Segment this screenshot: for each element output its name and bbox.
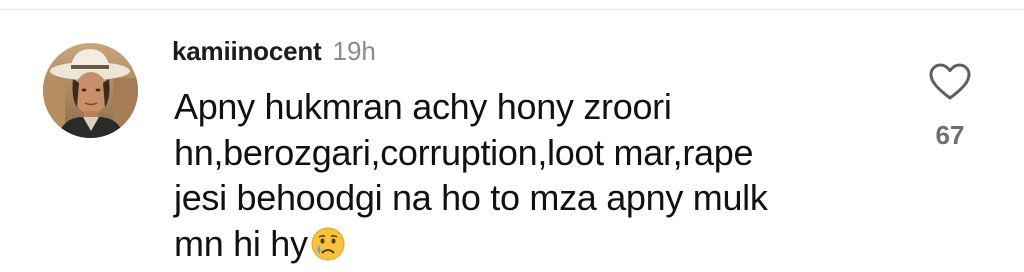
comment-text-line: mn hi hy <box>174 221 874 272</box>
timestamp: 19h <box>333 36 376 67</box>
comment-text-line: jesi behoodgi na ho to mza apny mulk <box>174 175 874 221</box>
crying-face-emoji <box>310 226 346 272</box>
comment-item: kamiinocent 19h Apny hukmran achy hony z… <box>0 0 1024 265</box>
avatar[interactable] <box>43 43 138 138</box>
heart-outline-icon[interactable] <box>918 62 982 107</box>
comment-text-line-3: mn hi hy <box>174 223 308 264</box>
comment-text: Apny hukmran achy hony zroori hn,berozga… <box>174 84 874 272</box>
like-area: 67 <box>918 62 982 162</box>
comment-text-line: hn,berozgari,corruption,loot mar,rape <box>174 130 874 176</box>
like-count: 67 <box>918 120 982 151</box>
comment-header: kamiinocent 19h <box>172 36 376 70</box>
username[interactable]: kamiinocent <box>172 36 322 67</box>
avatar-image <box>43 43 138 138</box>
comment-text-line: Apny hukmran achy hony zroori <box>174 84 874 130</box>
